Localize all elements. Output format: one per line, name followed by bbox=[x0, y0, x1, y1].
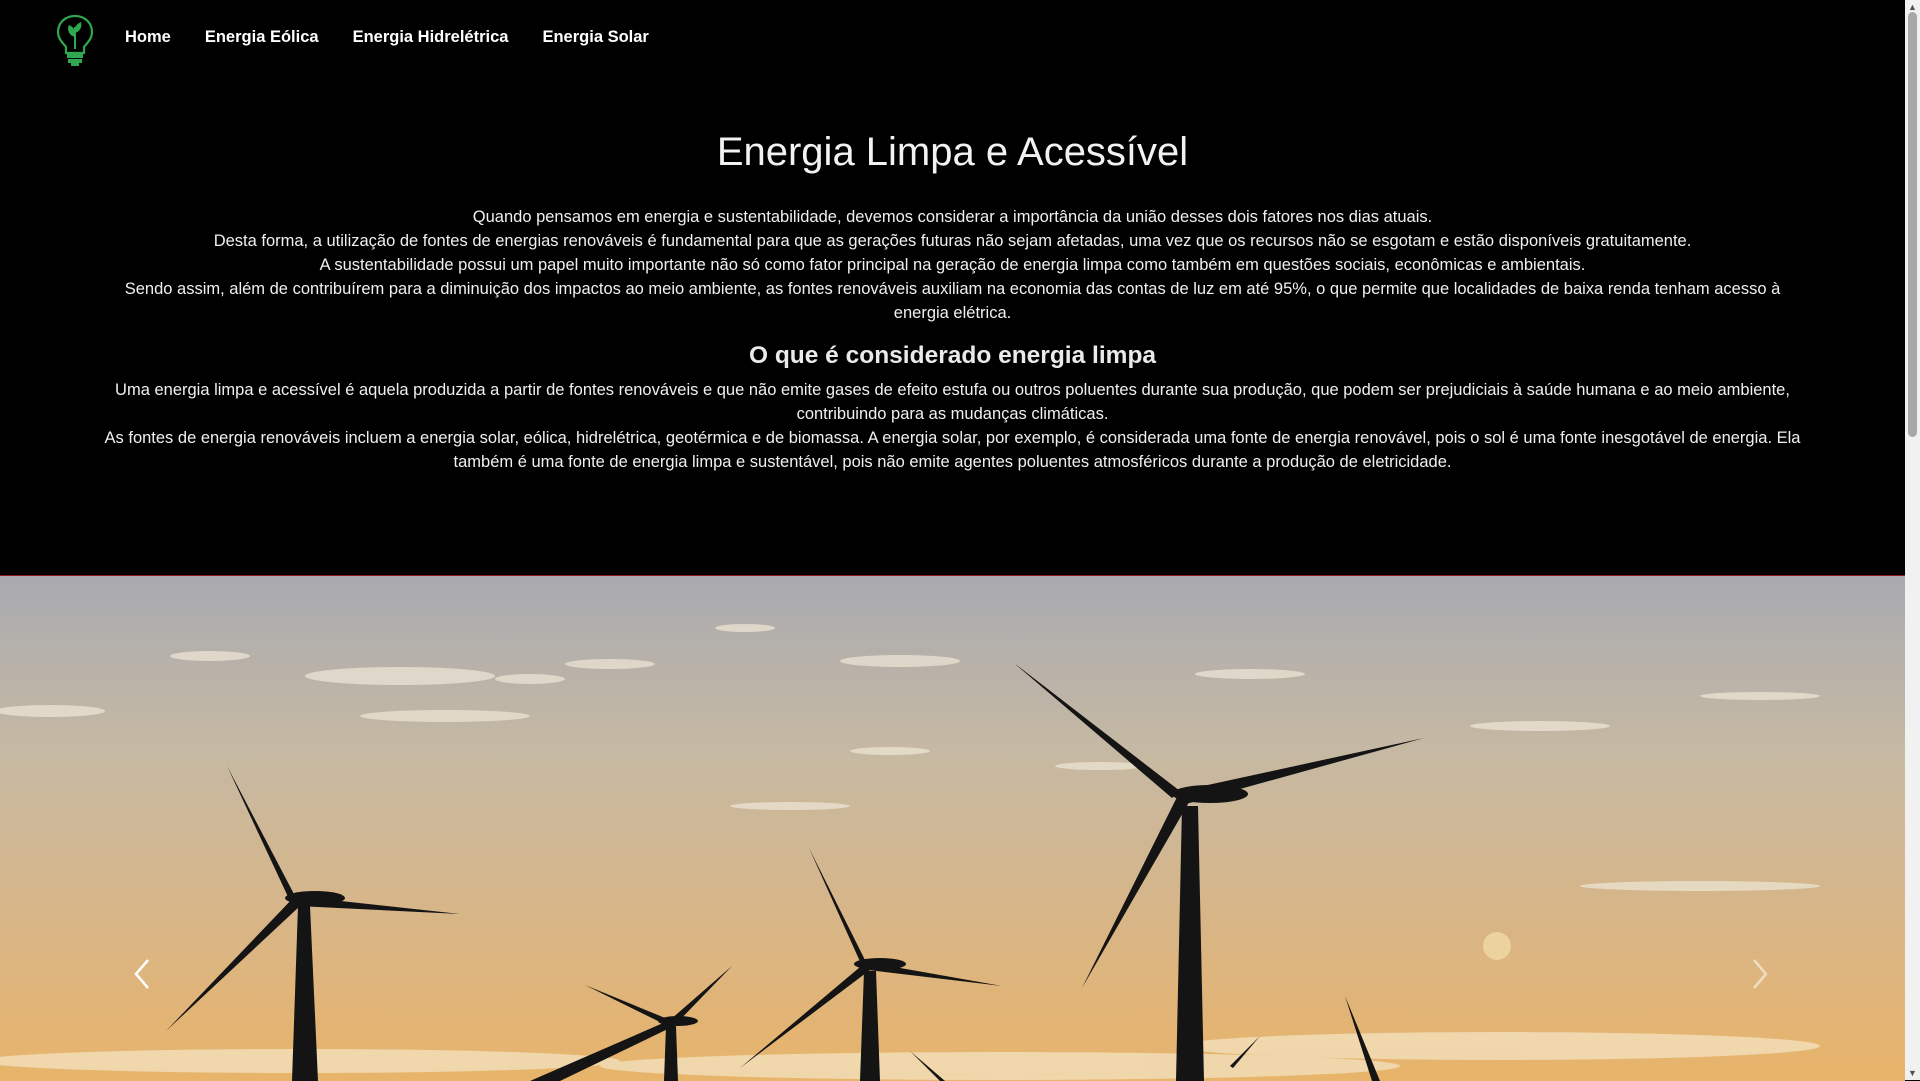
clean-energy-paragraphs: Uma energia limpa e acessível é aquela p… bbox=[95, 378, 1810, 474]
scroll-down-icon[interactable]: ▼ bbox=[1905, 1066, 1920, 1080]
scroll-thumb[interactable] bbox=[1908, 12, 1917, 437]
nav-link-energia-hidreletrica[interactable]: Energia Hidrelétrica bbox=[353, 28, 509, 47]
intro-paragraph: Quando pensamos em energia e sustentabil… bbox=[472, 208, 1433, 226]
chevron-left-icon bbox=[134, 959, 149, 989]
page: Home Energia Eólica Energia Hidrelétrica… bbox=[0, 0, 1905, 1081]
intro-paragraph: Desta forma, a utilização de fontes de e… bbox=[213, 232, 1692, 250]
page-title: Energia Limpa e Acessível bbox=[716, 130, 1189, 174]
nav-link-energia-eolica[interactable]: Energia Eólica bbox=[205, 28, 319, 47]
clean-energy-paragraph: As fontes de energia renováveis incluem … bbox=[104, 429, 1801, 471]
navbar: Home Energia Eólica Energia Hidrelétrica… bbox=[0, 0, 1905, 78]
intro-paragraphs: Quando pensamos em energia e sustentabil… bbox=[95, 205, 1810, 325]
wind-turbines-sunset-image bbox=[0, 576, 1905, 1081]
section-subtitle: O que é considerado energia limpa bbox=[748, 342, 1157, 369]
nav-link-home[interactable]: Home bbox=[125, 28, 171, 47]
nav-links: Home Energia Eólica Energia Hidrelétrica… bbox=[125, 28, 649, 47]
lightbulb-leaf-icon[interactable] bbox=[54, 13, 96, 67]
intro-paragraph: A sustentabilidade possui um papel muito… bbox=[319, 256, 1586, 274]
clean-energy-paragraph: Uma energia limpa e acessível é aquela p… bbox=[115, 381, 1790, 423]
page-scrollbar[interactable]: ▲ ▼ bbox=[1905, 0, 1920, 1080]
carousel-next-button[interactable] bbox=[1748, 956, 1772, 992]
image-carousel[interactable] bbox=[0, 575, 1905, 1081]
carousel-prev-button[interactable] bbox=[130, 956, 154, 992]
chevron-right-icon bbox=[1753, 959, 1768, 989]
nav-link-energia-solar[interactable]: Energia Solar bbox=[542, 28, 648, 47]
intro-paragraph: Sendo assim, além de contribuírem para a… bbox=[124, 280, 1781, 322]
